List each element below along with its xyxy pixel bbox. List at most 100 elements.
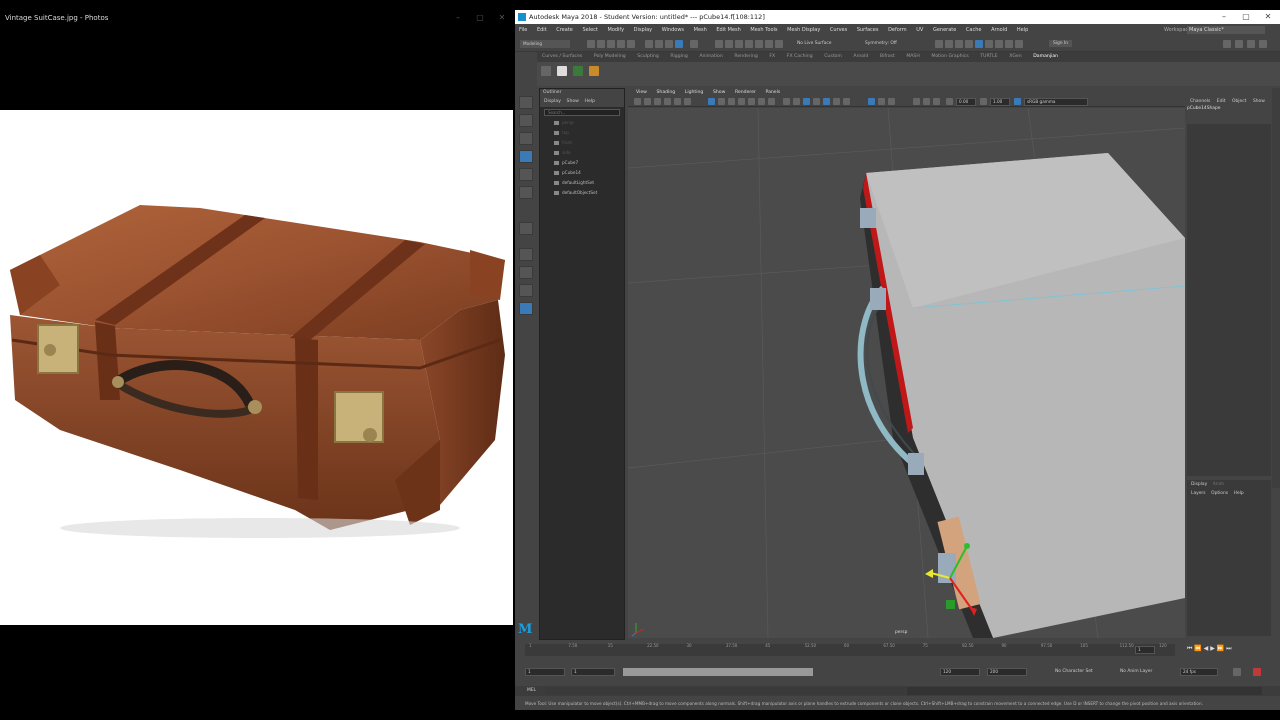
shelf-tool-2-icon[interactable] (557, 66, 567, 76)
menu-mesh-tools[interactable]: Mesh Tools (750, 24, 777, 36)
view-transform-select[interactable]: sRGB gamma (1024, 98, 1088, 106)
grid-icon[interactable] (708, 98, 715, 105)
shelf-tab-fx[interactable]: FX (769, 52, 775, 62)
snap-surface-icon[interactable] (755, 40, 763, 48)
mel-label[interactable]: MEL (527, 688, 536, 693)
select-object-icon[interactable] (655, 40, 663, 48)
channel-box-menu-channels[interactable]: Channels (1190, 99, 1210, 104)
color-management-icon[interactable] (1014, 98, 1021, 105)
image-plane-icon[interactable] (664, 98, 671, 105)
outliner-menu-show[interactable]: Show (567, 99, 579, 104)
outliner-item[interactable]: front (540, 138, 624, 148)
select-tool-icon[interactable] (519, 96, 533, 109)
menu-modify[interactable]: Modify (608, 24, 625, 36)
depth-of-field-icon[interactable] (933, 98, 940, 105)
workspace-select[interactable]: Maya Classic* (1187, 26, 1265, 34)
snap-grid-icon[interactable] (715, 40, 723, 48)
menu-edit-mesh[interactable]: Edit Mesh (716, 24, 740, 36)
isolate-select-icon[interactable] (888, 98, 895, 105)
snap-vertex-icon[interactable] (765, 40, 773, 48)
photo-canvas[interactable] (0, 110, 513, 625)
exposure-field[interactable]: 0.00 (956, 98, 976, 106)
outliner-item[interactable]: pCube7 (540, 158, 624, 168)
shelf-tab-rendering[interactable]: Rendering (734, 52, 757, 62)
outliner-item[interactable]: side (540, 148, 624, 158)
arnold-stop-icon[interactable] (1015, 40, 1023, 48)
gamma-field[interactable]: 1.00 (990, 98, 1010, 106)
lasso-tool-icon[interactable] (519, 114, 533, 127)
undo-icon[interactable] (617, 40, 625, 48)
smooth-shade-icon[interactable] (793, 98, 800, 105)
tool-settings-icon[interactable] (1247, 40, 1255, 48)
range-end-field[interactable]: 200 (987, 668, 1027, 676)
2d-pan-zoom-icon[interactable] (674, 98, 681, 105)
time-slider-track[interactable]: 1 7.50 15 22.50 30 37.50 45 52.50 60 67.50 75 82.50… (525, 643, 1175, 656)
outliner-item[interactable]: defaultObjectSet (540, 188, 624, 198)
arnold-render-icon[interactable] (985, 40, 993, 48)
layer-menu-help[interactable]: Help (1234, 491, 1244, 496)
menu-file[interactable]: File (519, 24, 527, 36)
camera-attributes-icon[interactable] (644, 98, 651, 105)
viewport-menu-view[interactable]: View (636, 90, 647, 95)
mode-select[interactable]: Modeling (520, 40, 570, 48)
select-by-type-icon[interactable] (675, 40, 683, 48)
outliner-item[interactable]: top (540, 128, 624, 138)
menu-deform[interactable]: Deform (888, 24, 907, 36)
command-line[interactable]: MEL (515, 686, 1280, 696)
menu-curves[interactable]: Curves (830, 24, 847, 36)
render-settings-icon[interactable] (965, 40, 973, 48)
channel-box-menu-object[interactable]: Object (1232, 99, 1246, 104)
shelf-tab-damanjian[interactable]: Damanjian (1033, 52, 1058, 62)
hypershade-icon[interactable] (975, 40, 983, 48)
ambient-occlusion-icon[interactable] (843, 98, 850, 105)
snap-point-icon[interactable] (735, 40, 743, 48)
move-tool-icon[interactable] (519, 150, 533, 163)
fps-select[interactable]: 24 fps (1180, 668, 1218, 676)
menu-mesh[interactable]: Mesh (694, 24, 707, 36)
symmetry-label[interactable]: Symmetry: Off (865, 41, 897, 46)
menu-surfaces[interactable]: Surfaces (857, 24, 879, 36)
menu-windows[interactable]: Windows (662, 24, 684, 36)
menu-edit[interactable]: Edit (537, 24, 547, 36)
shelf-tab-fx-caching[interactable]: FX Caching (787, 52, 813, 62)
viewport-menu-renderer[interactable]: Renderer (735, 90, 756, 95)
wireframe-on-shaded-icon[interactable] (803, 98, 810, 105)
shelf-tab-bifrost[interactable]: Bifrost (880, 52, 895, 62)
render-view-icon[interactable] (935, 40, 943, 48)
layout-outliner-icon[interactable] (519, 302, 533, 315)
menu-help[interactable]: Help (1017, 24, 1028, 36)
layer-menu-layers[interactable]: Layers (1191, 491, 1206, 496)
textured-icon[interactable] (813, 98, 820, 105)
last-tool-icon[interactable] (519, 222, 533, 235)
gate-mask-icon[interactable] (738, 98, 745, 105)
menu-display[interactable]: Display (634, 24, 652, 36)
maya-close-icon[interactable]: ✕ (1257, 10, 1279, 24)
wireframe-icon[interactable] (783, 98, 790, 105)
layer-menu-options[interactable]: Options (1211, 491, 1228, 496)
maya-minimize-icon[interactable]: – (1213, 10, 1235, 24)
live-surface-label[interactable]: No Live Surface (797, 41, 831, 46)
viewport-menu-panels[interactable]: Panels (766, 90, 781, 95)
shelf-tab-animation[interactable]: Animation (699, 52, 722, 62)
shelf-tab-arnold[interactable]: Arnold (853, 52, 868, 62)
motion-blur-icon[interactable] (913, 98, 920, 105)
shelf-tool-4-icon[interactable] (589, 66, 599, 76)
paint-select-tool-icon[interactable] (519, 132, 533, 145)
menu-create[interactable]: Create (556, 24, 573, 36)
range-start-field[interactable]: 1 (525, 668, 565, 676)
time-slider[interactable]: 1 7.50 15 22.50 30 37.50 45 52.50 60 67.50 75 82.50… (515, 642, 1280, 658)
rotate-tool-icon[interactable] (519, 168, 533, 181)
side-tabs[interactable] (1272, 88, 1280, 488)
shelf-tab-custom[interactable]: Custom (824, 52, 842, 62)
grease-pencil-icon[interactable] (684, 98, 691, 105)
shelf-tab-sculpting[interactable]: Sculpting (637, 52, 658, 62)
shelf-tab-curves[interactable]: Curves / Surfaces (542, 52, 582, 62)
character-set-select[interactable]: No Character Set (1055, 669, 1093, 674)
arnold-ipr-icon[interactable] (995, 40, 1003, 48)
sign-in-button[interactable]: Sign In (1049, 40, 1073, 47)
menu-uv[interactable]: UV (916, 24, 923, 36)
viewport-menu-lighting[interactable]: Lighting (685, 90, 704, 95)
resolution-gate-icon[interactable] (728, 98, 735, 105)
layer-tab-anim[interactable]: Anim (1213, 482, 1224, 487)
channel-box-toggle-icon[interactable] (1259, 40, 1267, 48)
